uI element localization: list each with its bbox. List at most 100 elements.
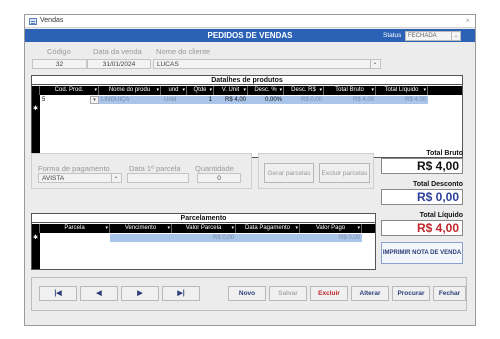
cell-vunit[interactable]: R$ 4,00 [214, 96, 246, 104]
col-v-unit[interactable]: V. Unit ▾ [214, 86, 248, 95]
close-icon[interactable]: × [465, 16, 470, 25]
form-icon [29, 18, 37, 25]
cell-valor-parcela[interactable]: R$ 0,00 [174, 234, 234, 242]
form-header: PEDIDOS DE VENDAS Status FECHADA ⌄ [25, 29, 475, 42]
installments-grid: Parcelamento Parcela ▾ Vencimento ▾ Valor … [31, 213, 376, 270]
title-bar: Vendas × [25, 15, 475, 28]
chevron-down-icon: ▾ [357, 225, 360, 231]
col-desc-pct[interactable]: Desc. % ▾ [248, 86, 284, 95]
codigo-label: Código [47, 47, 71, 56]
excluir-parcelas-button[interactable]: Excluir parcelas [319, 163, 370, 183]
installments-caption: Parcelamento [32, 214, 375, 223]
data-parcela-field[interactable] [127, 173, 189, 183]
chevron-down-icon: ▾ [105, 225, 108, 231]
total-bruto-label: Total Bruto [426, 150, 463, 157]
forma-pagamento-value: AVISTA [42, 175, 65, 182]
new-row-marker[interactable]: ✱ [33, 234, 38, 241]
gerar-parcelas-button[interactable]: Gerar parcelas [264, 163, 314, 183]
payment-panel: Forma de pagamento Data 1ª parcela Quant… [31, 153, 252, 189]
table-row[interactable]: R$ 0,00 R$ 0,00 [40, 234, 362, 243]
data-venda-field[interactable]: 31/01/2024 [87, 59, 151, 69]
cell-total-liquido[interactable]: R$ 4,00 [376, 96, 426, 104]
quantidade-label: Quantidade [195, 164, 234, 173]
col-desc-rs[interactable]: Desc. R$ ▾ [284, 86, 324, 95]
cell-data-pagamento[interactable] [238, 234, 298, 242]
chevron-down-icon: ▾ [182, 87, 185, 93]
chevron-down-icon[interactable]: ⌄ [111, 173, 120, 182]
table-row[interactable]: 5 ▾ LINGUIÇA Unid 1 R$ 4,00 0,00% R$ 0,0… [40, 96, 428, 105]
col-total-liquido[interactable]: Total Líquido ▾ [376, 86, 428, 95]
row-selector-header [32, 86, 40, 95]
installment-actions-panel: Gerar parcelas Excluir parcelas [258, 153, 374, 189]
row-selector-header [32, 224, 40, 233]
cell-nome[interactable]: LINGUIÇA [101, 96, 161, 104]
chevron-down-icon[interactable]: ⌄ [451, 32, 460, 40]
imprimir-nota-button[interactable]: IMPRIMIR NOTA DE VENDA [381, 242, 463, 264]
vendas-window: Vendas × PEDIDOS DE VENDAS Status FECHAD… [24, 14, 476, 326]
codigo-field[interactable]: 32 [32, 59, 87, 69]
alterar-button[interactable]: Alterar [351, 286, 389, 301]
chevron-down-icon: ▾ [231, 225, 234, 231]
cliente-select[interactable]: LUCAS ⌄ [153, 59, 381, 69]
chevron-down-icon[interactable]: ▾ [90, 96, 99, 104]
chevron-down-icon: ▾ [156, 87, 159, 93]
data-parcela-label: Data 1ª parcela [129, 164, 181, 173]
total-desconto-value: R$ 0,00 [381, 189, 463, 205]
col-valor-pago[interactable]: Valor Pago ▾ [300, 224, 362, 233]
installments-header: Parcela ▾ Vencimento ▾ Valor Parcela ▾ Data… [32, 224, 375, 233]
total-desconto-label: Total Desconto [412, 181, 463, 188]
novo-button[interactable]: Novo [228, 286, 266, 301]
chevron-down-icon[interactable]: ⌄ [370, 59, 379, 68]
status-value: FECHADA [408, 33, 437, 39]
col-total-bruto[interactable]: Total Bruto ▾ [324, 86, 376, 95]
data-venda-label: Data da venda [93, 47, 142, 56]
cliente-value: LUCAS [157, 61, 179, 68]
status-select[interactable]: FECHADA ⌄ [405, 31, 461, 41]
col-qtde[interactable]: Qtde ▾ [187, 86, 214, 95]
chevron-down-icon: ▾ [319, 87, 322, 93]
next-record-button[interactable]: ▶ [121, 286, 159, 301]
col-cod-prod[interactable]: Cod. Prod. ▾ [40, 86, 99, 95]
cell-qtde[interactable]: 1 [190, 96, 212, 104]
forma-pagamento-label: Forma de pagamento [38, 164, 110, 173]
total-bruto-value: R$ 4,00 [381, 158, 463, 174]
chevron-down-icon: ▾ [295, 225, 298, 231]
total-liquido-label: Total Líquido [419, 212, 463, 219]
col-data-pagamento[interactable]: Data Pagamento ▾ [236, 224, 300, 233]
col-vencimento[interactable]: Vencimento ▾ [110, 224, 172, 233]
cell-desc-rs[interactable]: R$ 0,00 [284, 96, 322, 104]
cell-desc-pct[interactable]: 0,00% [248, 96, 282, 104]
cell-parcela[interactable] [40, 234, 110, 242]
products-header: Cod. Prod. ▾ Nome do produ ▾ und ▾ Qtde ▾ V.… [32, 86, 462, 95]
salvar-button[interactable]: Salvar [269, 286, 307, 301]
quantidade-field[interactable]: 0 [197, 173, 241, 183]
cell-cod[interactable]: 5 [42, 96, 97, 104]
chevron-down-icon: ▾ [243, 87, 246, 93]
chevron-down-icon: ▾ [94, 87, 97, 93]
last-record-button[interactable]: ▶| [162, 286, 200, 301]
col-valor-parcela[interactable]: Valor Parcela ▾ [172, 224, 236, 233]
chevron-down-icon: ▾ [209, 87, 212, 93]
previous-record-button[interactable]: ◀ [80, 286, 118, 301]
fechar-button[interactable]: Fechar [433, 286, 466, 301]
first-record-button[interactable]: |◀ [39, 286, 77, 301]
col-parcela[interactable]: Parcela ▾ [40, 224, 110, 233]
procurar-button[interactable]: Procurar [392, 286, 430, 301]
chevron-down-icon: ▾ [279, 87, 282, 93]
products-caption: Datalhes de produtos [32, 76, 462, 85]
bottom-toolbar: |◀ ◀ ▶ ▶| Novo Salvar Excluir Alterar Pr… [31, 277, 467, 311]
cliente-label: Nome do cliente [156, 47, 211, 56]
cell-und[interactable]: Unid [164, 96, 188, 104]
col-nome-produto[interactable]: Nome do produ ▾ [99, 86, 161, 95]
status-label: Status [383, 32, 402, 39]
excluir-button[interactable]: Excluir [310, 286, 348, 301]
col-und[interactable]: und ▾ [161, 86, 187, 95]
chevron-down-icon: ▾ [423, 87, 426, 93]
cell-vencimento[interactable] [112, 234, 170, 242]
cell-total-bruto[interactable]: R$ 4,00 [324, 96, 374, 104]
new-row-marker[interactable]: ✱ [33, 105, 38, 112]
products-grid: Datalhes de produtos Cod. Prod. ▾ Nome do… [31, 75, 463, 158]
total-liquido-value: R$ 4,00 [381, 220, 463, 236]
forma-pagamento-select[interactable]: AVISTA ⌄ [38, 173, 122, 183]
cell-valor-pago[interactable]: R$ 0,00 [302, 234, 360, 242]
